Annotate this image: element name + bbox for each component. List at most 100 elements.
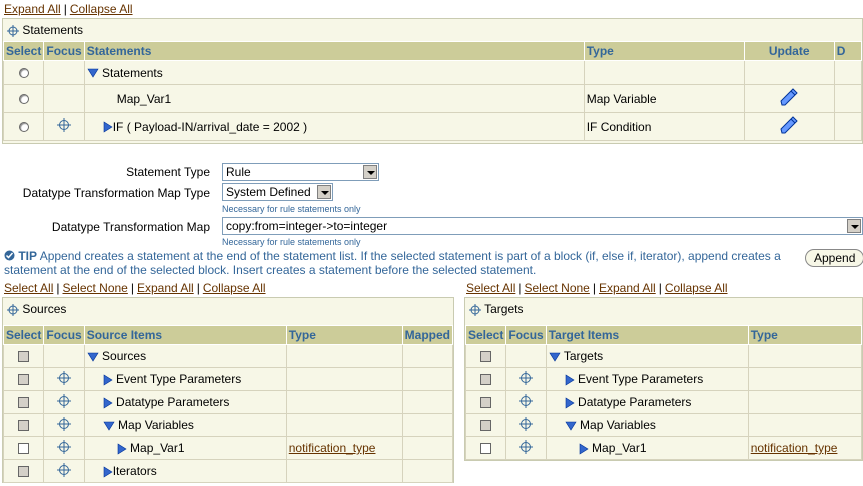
select-radio[interactable] [18, 122, 29, 133]
statement-type-label: Statement Type [126, 165, 210, 179]
col-update: Update [743, 41, 835, 61]
triangle-down-icon[interactable] [103, 421, 115, 431]
table-row: Map_Var1 notification_type [2, 436, 454, 460]
col-source-items: Source Items [83, 325, 287, 345]
table-row: Map Variables [464, 413, 863, 437]
select-checkbox[interactable] [480, 397, 492, 409]
expand-all-link[interactable]: Expand All [599, 281, 656, 295]
type-link[interactable]: notification_type [751, 441, 838, 455]
statements-table: Select Focus Statements Type Update D St… [2, 41, 863, 141]
focus-icon[interactable] [57, 118, 72, 132]
select-checkbox[interactable] [480, 443, 492, 455]
table-row: Map_Var1 Map Variable [2, 84, 863, 113]
statements-panel: Statements Select Focus Statements Type … [2, 18, 863, 144]
append-button[interactable]: Append [805, 249, 863, 267]
col-select: Select [2, 41, 45, 61]
panel-title: Targets [484, 302, 524, 316]
collapse-all-link[interactable]: Collapse All [665, 281, 728, 295]
statement-type-select[interactable]: Rule [222, 163, 379, 181]
dt-map-type-select[interactable]: System Defined [222, 183, 333, 201]
select-radio[interactable] [18, 94, 29, 105]
table-row: Datatype Parameters [464, 390, 863, 414]
focus-icon[interactable] [519, 393, 534, 408]
checkmark-icon [4, 250, 15, 261]
col-select: Select [2, 325, 45, 345]
select-radio[interactable] [18, 68, 29, 79]
focus-icon[interactable] [57, 439, 72, 454]
select-all-link[interactable]: Select All [466, 281, 515, 295]
table-row: Map_Var1 notification_type [464, 436, 863, 460]
triangle-down-icon[interactable] [549, 352, 561, 362]
pencil-icon[interactable] [778, 115, 800, 135]
focus-icon[interactable] [519, 370, 534, 385]
expand-all-link[interactable]: Expand All [137, 281, 194, 295]
table-row: Map Variables [2, 413, 454, 437]
focus-icon[interactable] [519, 416, 534, 431]
panel-title: Statements [22, 23, 84, 37]
hint-text: Necessary for rule statements only [222, 204, 361, 214]
triangle-right-icon[interactable] [103, 397, 113, 409]
tip-label: TIP [18, 249, 38, 263]
col-type: Type [583, 41, 745, 61]
crosshair-icon [7, 303, 19, 316]
table-row: Event Type Parameters [464, 367, 863, 391]
sources-table: Select Focus Source Items Type Mapped So… [2, 325, 454, 483]
select-checkbox[interactable] [18, 397, 30, 409]
panel-title: Sources [22, 302, 67, 316]
triangle-right-icon[interactable] [565, 374, 575, 386]
triangle-down-icon[interactable] [87, 352, 99, 362]
select-all-link[interactable]: Select All [4, 281, 53, 295]
triangle-down-icon[interactable] [87, 68, 99, 78]
select-checkbox[interactable] [18, 374, 30, 386]
triangle-right-icon[interactable] [103, 466, 113, 478]
tip-text: TIP Append creates a statement at the en… [4, 249, 781, 277]
focus-icon[interactable] [57, 370, 72, 385]
pencil-icon[interactable] [778, 87, 800, 107]
select-none-link[interactable]: Select None [524, 281, 589, 295]
col-focus: Focus [43, 41, 85, 61]
select-checkbox[interactable] [480, 374, 492, 386]
focus-icon[interactable] [57, 393, 72, 408]
targets-links: Select All | Select None | Expand All | Collap… [466, 281, 728, 295]
chevron-down-icon [847, 219, 861, 233]
sources-links: Select All | Select None | Expand All | Collap… [4, 281, 266, 295]
triangle-right-icon[interactable] [565, 397, 575, 409]
targets-table: Select Focus Target Items Type Targets E… [464, 325, 863, 460]
col-mapped: Mapped [401, 325, 454, 345]
crosshair-icon [469, 303, 481, 316]
type-link[interactable]: notification_type [289, 441, 376, 455]
col-target-items: Target Items [545, 325, 749, 345]
tree-label: IF ( Payload-IN/arrival_date = 2002 ) [112, 119, 308, 134]
table-row: Targets [464, 344, 863, 368]
table-row: IF ( Payload-IN/arrival_date = 2002 ) IF… [2, 112, 863, 141]
focus-icon[interactable] [57, 462, 72, 477]
crosshair-icon [7, 24, 19, 37]
sources-panel: Sources Select Focus Source Items Type M… [2, 297, 454, 483]
focus-icon[interactable] [57, 416, 72, 431]
triangle-down-icon[interactable] [565, 421, 577, 431]
select-checkbox[interactable] [18, 443, 30, 455]
col-select: Select [464, 325, 507, 345]
table-row: Datatype Parameters [2, 390, 454, 414]
collapse-all-link[interactable]: Collapse All [203, 281, 266, 295]
triangle-right-icon[interactable] [117, 443, 127, 455]
type-cell: IF Condition [583, 112, 745, 141]
col-type: Type [285, 325, 403, 345]
dt-map-select[interactable]: copy:from=integer->to=integer [222, 217, 863, 235]
expand-all-link[interactable]: Expand All [4, 2, 61, 16]
table-row: Statements [2, 60, 863, 85]
collapse-all-link[interactable]: Collapse All [70, 2, 133, 16]
select-checkbox[interactable] [18, 466, 30, 478]
select-checkbox[interactable] [18, 420, 30, 432]
hint-text: Necessary for rule statements only [222, 237, 361, 247]
triangle-right-icon[interactable] [579, 443, 589, 455]
tree-label: Map_Var1 [116, 91, 172, 106]
select-none-link[interactable]: Select None [62, 281, 127, 295]
triangle-right-icon[interactable] [103, 121, 113, 133]
select-checkbox[interactable] [18, 351, 30, 363]
select-checkbox[interactable] [480, 351, 492, 363]
triangle-right-icon[interactable] [103, 374, 113, 386]
focus-icon[interactable] [519, 439, 534, 454]
col-focus: Focus [505, 325, 547, 345]
select-checkbox[interactable] [480, 420, 492, 432]
